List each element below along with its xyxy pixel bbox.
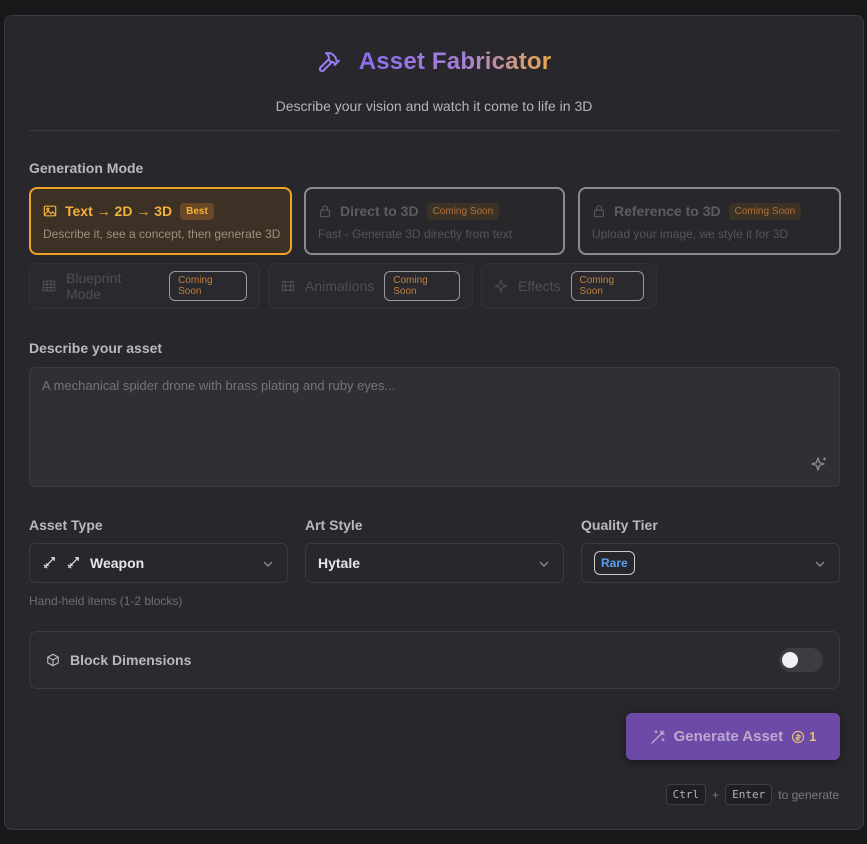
asset-type-label: Asset Type xyxy=(29,517,103,533)
mode-name: Text → 2D → 3D xyxy=(65,203,173,219)
best-badge: Best xyxy=(180,202,214,220)
mode-blueprint[interactable]: Blueprint Mode Coming Soon xyxy=(29,263,260,309)
chevron-down-icon xyxy=(263,561,273,567)
mode-description: Describe it, see a concept, then generat… xyxy=(43,227,281,241)
asset-fabricator-panel: Asset Fabricator Describe your vision an… xyxy=(4,15,864,830)
sword-icon xyxy=(67,557,79,569)
hammer-icon xyxy=(318,52,340,73)
coming-soon-badge: Coming Soon xyxy=(169,271,247,301)
coming-soon-badge: Coming Soon xyxy=(384,271,460,301)
mode-name: Animations xyxy=(305,278,375,294)
asset-type-value: Weapon xyxy=(90,555,145,571)
page-title: Asset Fabricator xyxy=(358,48,552,75)
mode-text-2d-3d[interactable]: Text → 2D → 3D Best Describe it, see a c… xyxy=(29,187,292,255)
page-subtitle: Describe your vision and watch it come t… xyxy=(275,98,593,114)
mode-effects[interactable]: Effects Coming Soon xyxy=(481,263,657,309)
block-dimensions-row: Block Dimensions xyxy=(29,631,840,689)
kbd-enter: Enter xyxy=(725,784,773,805)
coin-icon xyxy=(792,730,805,743)
toggle-knob xyxy=(782,652,798,668)
mode-direct-to-3d[interactable]: Direct to 3D Coming Soon Fast - Generate… xyxy=(304,187,565,255)
coming-soon-badge: Coming Soon xyxy=(570,271,644,301)
mode-reference-to-3d[interactable]: Reference to 3D Coming Soon Upload your … xyxy=(578,187,841,255)
coming-soon-badge: Coming Soon xyxy=(728,202,802,220)
generate-label: Generate Asset xyxy=(673,728,784,745)
chevron-down-icon xyxy=(539,561,549,567)
quality-tier-label: Quality Tier xyxy=(581,517,658,533)
divider xyxy=(29,130,839,131)
coming-soon-badge: Coming Soon xyxy=(426,202,500,220)
art-style-value: Hytale xyxy=(318,555,361,571)
asset-type-select[interactable]: Weapon xyxy=(29,543,288,583)
film-icon xyxy=(281,281,295,291)
quality-tier-badge: Rare xyxy=(594,551,635,575)
art-style-select[interactable]: Hytale xyxy=(305,543,564,583)
magic-wand-icon xyxy=(650,729,665,744)
credit-cost-value: 1 xyxy=(809,729,817,744)
mode-description: Fast - Generate 3D directly from text xyxy=(318,227,513,241)
sparkle-icon xyxy=(494,279,508,293)
block-dimensions-toggle[interactable] xyxy=(779,648,823,672)
image-icon xyxy=(43,205,57,217)
credit-cost: 1 xyxy=(791,729,816,744)
kbd-plus: + xyxy=(712,787,720,802)
sword-icon xyxy=(43,557,55,569)
mode-animations[interactable]: Animations Coming Soon xyxy=(268,263,473,309)
header: Asset Fabricator Describe your vision an… xyxy=(5,46,863,114)
kbd-ctrl: Ctrl xyxy=(665,784,707,805)
shortcut-suffix: to generate xyxy=(778,787,839,802)
chevron-down-icon xyxy=(815,561,825,567)
keyboard-shortcut-hint: Ctrl + Enter to generate xyxy=(665,784,839,805)
lock-icon xyxy=(594,205,604,218)
cube-icon xyxy=(47,653,59,667)
art-style-label: Art Style xyxy=(305,517,363,533)
sparkle-icon[interactable] xyxy=(809,455,829,475)
mode-description: Upload your image, we style it for 3D xyxy=(592,227,789,241)
grid-icon xyxy=(42,280,56,292)
mode-name: Reference to 3D xyxy=(614,203,721,219)
mode-name: Blueprint Mode xyxy=(66,270,122,302)
mode-name: Effects xyxy=(518,278,561,294)
quality-tier-select[interactable]: Rare xyxy=(581,543,840,583)
block-dimensions-label: Block Dimensions xyxy=(70,652,192,668)
describe-asset-label: Describe your asset xyxy=(29,340,163,356)
lock-icon xyxy=(320,205,330,218)
asset-description-input[interactable] xyxy=(29,367,840,487)
generate-asset-button[interactable]: Generate Asset 1 xyxy=(626,713,840,760)
mode-name: Direct to 3D xyxy=(340,203,419,219)
asset-type-hint: Hand-held items (1-2 blocks) xyxy=(29,594,183,608)
generation-mode-label: Generation Mode xyxy=(29,160,144,176)
